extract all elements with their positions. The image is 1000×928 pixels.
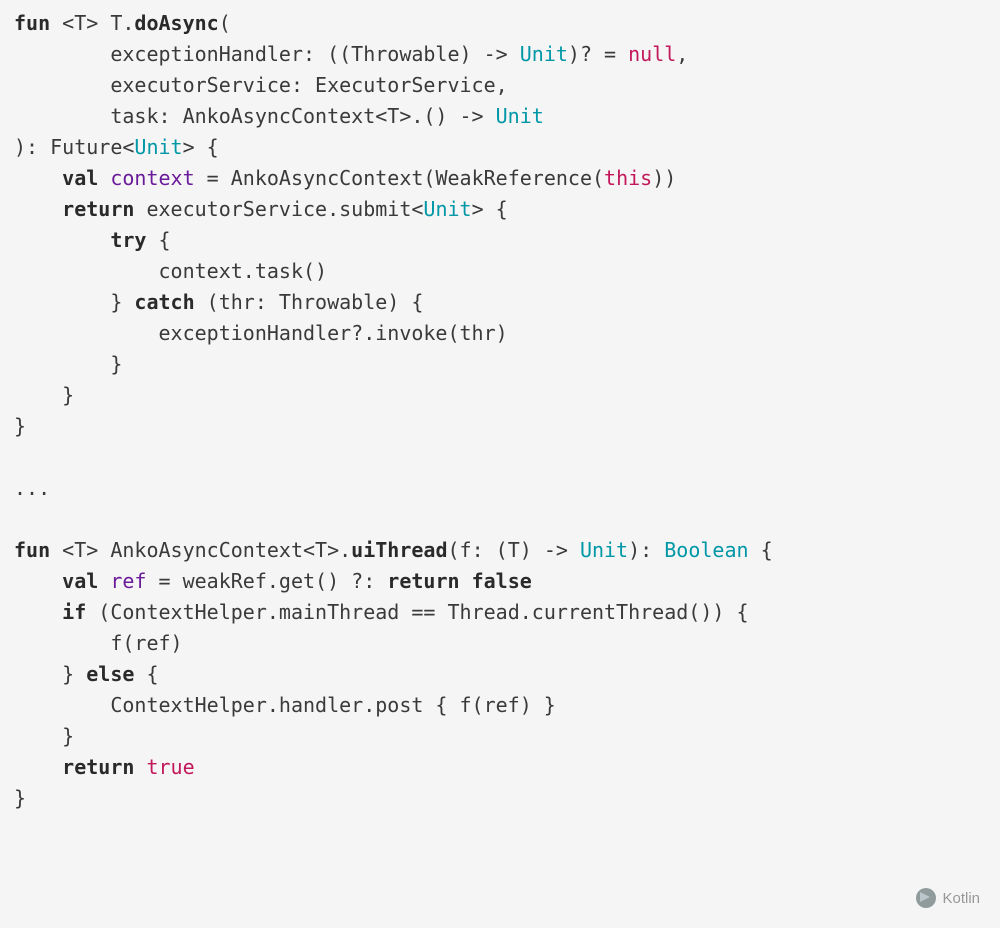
- code-token: fun: [14, 11, 62, 35]
- code-token: [14, 197, 62, 221]
- code-token: (: [219, 11, 231, 35]
- watermark: Kotlin: [916, 887, 980, 910]
- code-token: }: [14, 383, 74, 407]
- code-token: (ContextHelper.mainThread == Thread.curr…: [98, 600, 748, 624]
- code-token: fun: [14, 538, 62, 562]
- code-token: ,: [676, 42, 688, 66]
- code-token: try: [110, 228, 158, 252]
- code-token: )? =: [568, 42, 628, 66]
- code-token: Unit: [580, 538, 628, 562]
- code-token: if: [62, 600, 98, 624]
- code-token: return false: [387, 569, 532, 593]
- code-token: f(ref): [14, 631, 183, 655]
- code-token: Unit: [423, 197, 471, 221]
- code-token: [14, 755, 62, 779]
- code-token: [14, 600, 62, 624]
- code-token: val: [62, 166, 110, 190]
- code-token: doAsync: [134, 11, 218, 35]
- code-token: [14, 228, 110, 252]
- code-token: Boolean: [664, 538, 748, 562]
- code-token: ref: [110, 569, 146, 593]
- code-token: {: [159, 228, 171, 252]
- code-token: }: [14, 352, 122, 376]
- code-token: exceptionHandler: ((Throwable) ->: [14, 42, 520, 66]
- code-token: }: [14, 414, 26, 438]
- code-token: {: [749, 538, 773, 562]
- code-token: Unit: [496, 104, 544, 128]
- code-token: }: [14, 662, 86, 686]
- code-token: > {: [472, 197, 508, 221]
- code-token: context.task(): [14, 259, 327, 283]
- code-token: }: [14, 290, 134, 314]
- watermark-label: Kotlin: [942, 887, 980, 910]
- code-token: Unit: [520, 42, 568, 66]
- code-token: Unit: [134, 135, 182, 159]
- code-token: return: [62, 755, 146, 779]
- code-snippet: fun <T> T.doAsync( exceptionHandler: ((T…: [14, 8, 986, 814]
- code-token: ): Future<: [14, 135, 134, 159]
- code-token: (f: (T) ->: [447, 538, 579, 562]
- code-token: }: [14, 724, 74, 748]
- code-token: exceptionHandler?.invoke(thr): [14, 321, 508, 345]
- code-token: (thr: Throwable) {: [207, 290, 424, 314]
- code-token: return: [62, 197, 146, 221]
- code-token: }: [14, 786, 26, 810]
- code-token: = AnkoAsyncContext(WeakReference(: [195, 166, 604, 190]
- code-token: else: [86, 662, 146, 686]
- code-token: [14, 166, 62, 190]
- code-token: [14, 569, 62, 593]
- code-token: uiThread: [351, 538, 447, 562]
- code-token: {: [146, 662, 158, 686]
- code-token: task: AnkoAsyncContext<T>.() ->: [14, 104, 496, 128]
- code-token: this: [604, 166, 652, 190]
- code-token: val: [62, 569, 110, 593]
- code-token: = weakRef.get() ?:: [146, 569, 387, 593]
- code-token: <T> AnkoAsyncContext<T>.: [62, 538, 351, 562]
- code-token: ):: [628, 538, 664, 562]
- code-token: executorService: ExecutorService,: [14, 73, 508, 97]
- code-token: executorService.submit<: [146, 197, 423, 221]
- code-token: )): [652, 166, 676, 190]
- code-token: true: [146, 755, 194, 779]
- code-token: > {: [183, 135, 219, 159]
- code-token: catch: [134, 290, 206, 314]
- code-token: null: [628, 42, 676, 66]
- code-token: ContextHelper.handler.post { f(ref) }: [14, 693, 556, 717]
- code-token: <T> T.: [62, 11, 134, 35]
- code-token: ...: [14, 476, 50, 500]
- wechat-icon: [916, 888, 936, 908]
- code-token: context: [110, 166, 194, 190]
